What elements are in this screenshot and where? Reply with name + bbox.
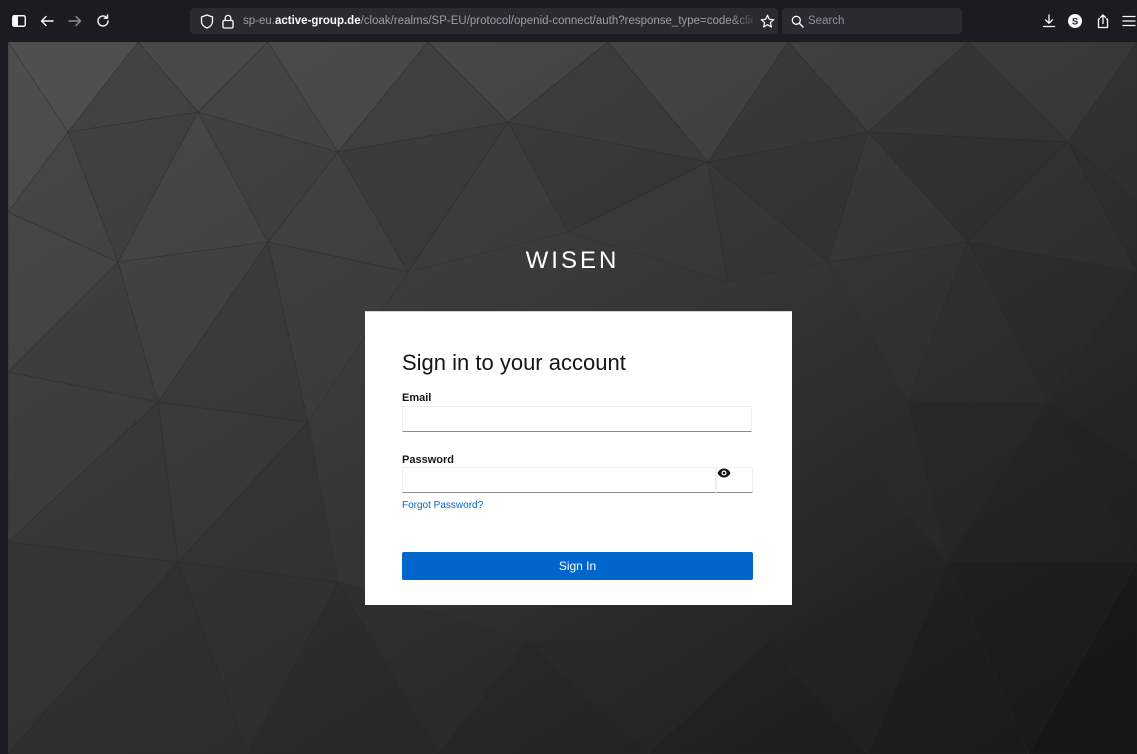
url-text: sp-eu.active-group.de/cloak/realms/SP-EU…: [243, 14, 753, 30]
url-subdomain: sp-eu.: [243, 15, 275, 27]
sign-in-button[interactable]: Sign In: [402, 552, 753, 580]
password-label: Password: [402, 454, 454, 466]
browser-toolbar: sp-eu.active-group.de/cloak/realms/SP-EU…: [0, 0, 1137, 42]
search-bar[interactable]: Search: [782, 8, 962, 34]
login-page: WISEN Sign in to your account Email Pass…: [8, 42, 1137, 754]
password-field[interactable]: [402, 467, 716, 493]
search-placeholder: Search: [808, 15, 845, 27]
reload-icon[interactable]: [94, 12, 112, 30]
downloads-icon[interactable]: [1040, 12, 1058, 30]
url-fade: [730, 10, 760, 32]
forward-icon[interactable]: [66, 12, 84, 30]
forgot-password-link[interactable]: Forgot Password?: [402, 500, 483, 511]
bookmark-star-icon[interactable]: [758, 12, 776, 30]
url-path: /cloak/realms/SP-EU/protocol/openid-conn…: [360, 15, 753, 27]
menu-icon[interactable]: [1122, 12, 1136, 30]
share-icon[interactable]: [1094, 12, 1112, 30]
back-icon[interactable]: [38, 12, 56, 30]
eye-icon: [717, 468, 731, 478]
url-domain: active-group.de: [274, 15, 361, 27]
login-card: Sign in to your account Email Password F…: [365, 311, 792, 605]
email-field[interactable]: [402, 406, 752, 432]
search-icon: [788, 12, 806, 30]
profile-initial: S: [1072, 17, 1078, 28]
browser-window: sp-eu.active-group.de/cloak/realms/SP-EU…: [0, 0, 1137, 754]
lock-icon[interactable]: [219, 12, 237, 30]
tracking-shield-icon[interactable]: [198, 12, 216, 30]
show-password-button[interactable]: [716, 467, 753, 493]
sidebar-toggle-icon[interactable]: [10, 12, 28, 30]
email-label: Email: [402, 392, 432, 404]
account-avatar-icon[interactable]: S: [1066, 12, 1084, 30]
page-title: Sign in to your account: [402, 350, 626, 375]
address-bar[interactable]: sp-eu.active-group.de/cloak/realms/SP-EU…: [190, 8, 778, 34]
brand-logo: WISEN: [525, 247, 620, 274]
